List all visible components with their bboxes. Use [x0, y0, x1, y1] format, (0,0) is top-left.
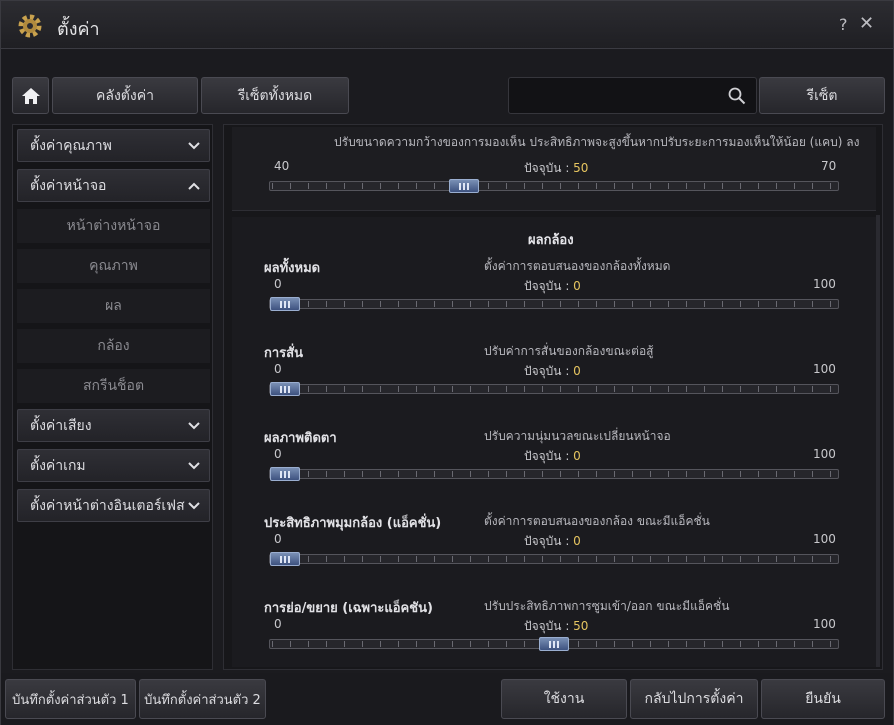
chevron-down-icon — [188, 142, 200, 150]
slider-max: 100 — [813, 447, 836, 461]
slider-max: 100 — [813, 277, 836, 291]
home-icon — [21, 87, 40, 104]
slider-thumb[interactable] — [270, 382, 300, 396]
all-effects-slider[interactable] — [269, 297, 839, 311]
search-input[interactable] — [508, 77, 757, 114]
title-bar: ตั้งค่า ? ✕ — [1, 1, 893, 49]
setting-description: ปรับความนุ่มนวลขณะเปลี่ยนหน้าจอ — [484, 429, 671, 443]
window-title: ตั้งค่า — [57, 19, 100, 40]
settings-content: ปรับขนาดความกว้างของการมองเห็น ประสิทธิภ… — [223, 124, 883, 670]
setting-label: การสั่น — [264, 346, 303, 361]
save-preset-2-button[interactable]: บันทึกตั้งค่าส่วนตัว 2 — [139, 679, 266, 719]
slider-current: ปัจจุบัน : 0 — [524, 534, 581, 548]
settings-library-button[interactable]: คลังตั้งค่า — [52, 77, 198, 114]
chevron-up-icon — [188, 182, 200, 190]
setting-description: ปรับประสิทธิภาพการซูมเข้า/ออก ขณะมีแอ็คช… — [484, 599, 730, 613]
sidebar-item-camera[interactable]: กล้อง — [17, 329, 210, 363]
setting-label: การย่อ/ขยาย (เฉพาะแอ็คชัน) — [264, 601, 433, 616]
view-range-min: 40 — [274, 159, 290, 173]
slider-max: 100 — [813, 532, 836, 546]
sidebar-category-label: ตั้งค่าเสียง — [30, 417, 92, 434]
apply-button[interactable]: ใช้งาน — [501, 679, 627, 719]
revert-settings-button[interactable]: กลับไปการตั้งค่า — [630, 679, 758, 719]
sidebar-category-interface[interactable]: ตั้งค่าหน้าต่างอินเตอร์เฟส — [17, 489, 210, 522]
sidebar-category-label: ตั้งค่าคุณภาพ — [30, 137, 112, 154]
slider-thumb[interactable] — [270, 297, 300, 311]
sidebar-category-sound[interactable]: ตั้งค่าเสียง — [17, 409, 210, 442]
reset-button[interactable]: รีเซ็ต — [759, 77, 885, 114]
sidebar-item-quality[interactable]: คุณภาพ — [17, 249, 210, 283]
gear-icon — [18, 14, 42, 38]
setting-description: ตั้งค่าการตอบสนองของกล้องทั้งหมด — [484, 259, 671, 273]
sidebar-category-label: ตั้งค่าหน้าจอ — [30, 177, 107, 194]
confirm-button[interactable]: ยืนยัน — [761, 679, 885, 719]
slider-max: 100 — [813, 362, 836, 376]
sidebar-category-quality[interactable]: ตั้งค่าคุณภาพ — [17, 129, 210, 162]
setting-description: ปรับค่าการสั่นของกล้องขณะต่อสู้ — [484, 344, 654, 358]
chevron-down-icon — [188, 422, 200, 430]
help-button[interactable]: ? — [839, 15, 848, 34]
slider-current: ปัจจุบัน : 0 — [524, 279, 581, 293]
slider-current: ปัจจุบัน : 0 — [524, 364, 581, 378]
section-heading: ผลกล้อง — [528, 233, 574, 248]
slider-thumb[interactable] — [539, 637, 569, 651]
sidebar-item-screenshot[interactable]: สกรีนช็อต — [17, 369, 210, 403]
camera-effects-section: ผลกล้อง ผลทั้งหมด ตั้งค่าการตอบสนองของกล… — [232, 217, 876, 667]
slider-min: 0 — [274, 532, 282, 546]
slider-current: ปัจจุบัน : 0 — [524, 449, 581, 463]
slider-thumb[interactable] — [270, 552, 300, 566]
view-range-current: ปัจจุบัน : 50 — [524, 161, 589, 175]
slider-min: 0 — [274, 277, 282, 291]
reset-all-button[interactable]: รีเซ็ตทั้งหมด — [201, 77, 349, 114]
setting-label: ประสิทธิภาพมุมกล้อง (แอ็คชั่น) — [264, 516, 442, 531]
search-icon — [728, 87, 746, 105]
slider-min: 0 — [274, 617, 282, 631]
setting-label: ผลภาพติดตา — [264, 431, 337, 446]
view-range-slider[interactable] — [269, 179, 839, 193]
camera-angle-slider[interactable] — [269, 552, 839, 566]
sidebar-item-effects[interactable]: ผล — [17, 289, 210, 323]
slider-thumb[interactable] — [449, 179, 479, 193]
home-button[interactable] — [12, 77, 49, 114]
settings-sidebar: ตั้งค่าคุณภาพ ตั้งค่าหน้าจอ หน้าต่างหน้า… — [12, 124, 213, 670]
slider-current: ปัจจุบัน : 50 — [524, 619, 589, 633]
view-range-max: 70 — [821, 159, 837, 173]
scrollbar[interactable] — [876, 215, 880, 667]
setting-label: ผลทั้งหมด — [264, 261, 321, 276]
view-range-section: ปรับขนาดความกว้างของการมองเห็น ประสิทธิภ… — [232, 127, 876, 211]
sidebar-category-screen[interactable]: ตั้งค่าหน้าจอ — [17, 169, 210, 202]
afterimage-slider[interactable] — [269, 467, 839, 481]
chevron-down-icon — [188, 502, 200, 510]
save-preset-1-button[interactable]: บันทึกตั้งค่าส่วนตัว 1 — [5, 679, 136, 719]
slider-min: 0 — [274, 447, 282, 461]
sidebar-item-screen-window[interactable]: หน้าต่างหน้าจอ — [17, 209, 210, 243]
setting-description: ตั้งค่าการตอบสนองของกล้อง ขณะมีแอ็คชั่น — [484, 514, 710, 528]
sidebar-category-game[interactable]: ตั้งค่าเกม — [17, 449, 210, 482]
settings-window: ตั้งค่า ? ✕ คลังตั้งค่า รีเซ็ตทั้งหมด รี… — [0, 0, 894, 725]
sidebar-category-label: ตั้งค่าเกม — [30, 457, 86, 474]
view-range-description: ปรับขนาดความกว้างของการมองเห็น ประสิทธิภ… — [334, 135, 860, 149]
close-button[interactable]: ✕ — [859, 13, 874, 34]
slider-thumb[interactable] — [270, 467, 300, 481]
chevron-down-icon — [188, 462, 200, 470]
shake-slider[interactable] — [269, 382, 839, 396]
zoom-slider[interactable] — [269, 637, 839, 651]
slider-min: 0 — [274, 362, 282, 376]
sidebar-category-label: ตั้งค่าหน้าต่างอินเตอร์เฟส — [30, 497, 185, 514]
slider-max: 100 — [813, 617, 836, 631]
